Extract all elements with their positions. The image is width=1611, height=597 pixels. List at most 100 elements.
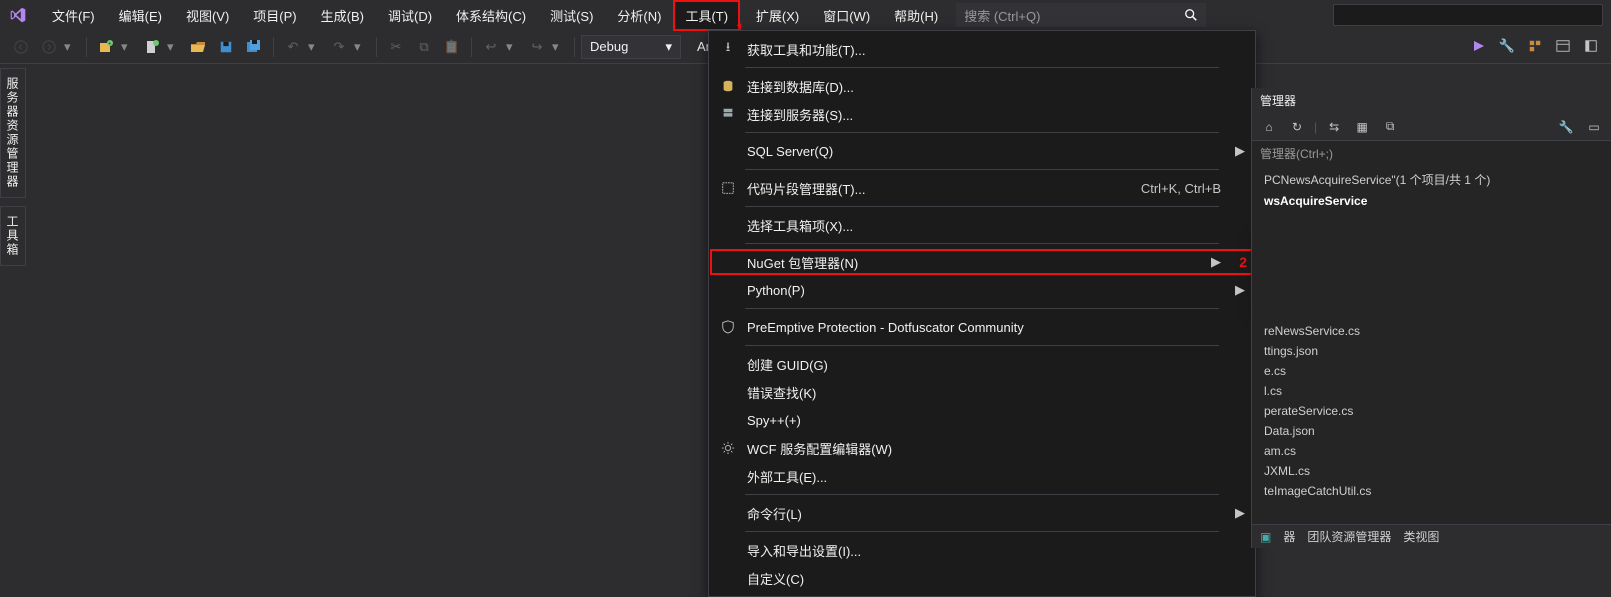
menu-dotfuscator[interactable]: PreEmptive Protection - Dotfuscator Comm… bbox=[709, 313, 1255, 341]
paste-button[interactable]: 📋 bbox=[439, 34, 465, 60]
footer-tab[interactable]: 类视图 bbox=[1403, 528, 1439, 545]
menu-project[interactable]: 项目(P) bbox=[241, 0, 308, 31]
annotation-2: 2 bbox=[1231, 254, 1247, 270]
menu-separator bbox=[745, 132, 1219, 133]
view-icon[interactable]: ▭ bbox=[1583, 116, 1605, 138]
nav-dropdown[interactable]: ▾ bbox=[64, 39, 80, 55]
project-node[interactable]: wsAcquireService bbox=[1260, 191, 1611, 211]
redo-dropdown[interactable]: ▾ bbox=[354, 39, 370, 55]
menu-connect-server[interactable]: 连接到服务器(S)... bbox=[709, 100, 1255, 128]
file-node[interactable]: e.cs bbox=[1260, 361, 1611, 381]
window-layout-icon[interactable] bbox=[1551, 34, 1575, 58]
menu-test[interactable]: 测试(S) bbox=[538, 0, 605, 31]
menu-help[interactable]: 帮助(H) bbox=[882, 0, 950, 31]
new-project-dropdown[interactable]: ▾ bbox=[121, 39, 137, 55]
menu-edit[interactable]: 编辑(E) bbox=[107, 0, 174, 31]
wrench-icon[interactable]: 🔧 bbox=[1495, 34, 1519, 58]
menu-build[interactable]: 生成(B) bbox=[309, 0, 376, 31]
save-button[interactable] bbox=[213, 34, 239, 60]
footer-tab[interactable]: 团队资源管理器 bbox=[1307, 528, 1391, 545]
file-node[interactable]: teImageCatchUtil.cs bbox=[1260, 481, 1611, 501]
menu-spy[interactable]: Spy++(+) bbox=[709, 406, 1255, 434]
file-node[interactable]: reNewsService.cs bbox=[1260, 321, 1611, 341]
nav-back-button[interactable] bbox=[8, 34, 34, 60]
refresh-icon[interactable]: ↻ bbox=[1286, 116, 1308, 138]
file-node[interactable]: Data.json bbox=[1260, 421, 1611, 441]
file-node[interactable]: JXML.cs bbox=[1260, 461, 1611, 481]
toolbar-right-group: 🔧 bbox=[1467, 34, 1603, 58]
menu-extensions[interactable]: 扩展(X) bbox=[744, 0, 811, 31]
menu-choose-toolbox[interactable]: 选择工具箱项(X)... bbox=[709, 211, 1255, 239]
menu-item-label: 连接到服务器(S)... bbox=[747, 105, 1225, 124]
solution-tab-icon[interactable]: ▣ bbox=[1260, 530, 1271, 544]
menu-separator bbox=[745, 494, 1219, 495]
menu-connect-db[interactable]: 连接到数据库(D)... bbox=[709, 72, 1255, 100]
menu-wcf-editor[interactable]: WCF 服务配置编辑器(W) bbox=[709, 434, 1255, 462]
redo-button[interactable]: ↷ bbox=[326, 34, 352, 60]
step-forward-dropdown[interactable]: ▾ bbox=[552, 39, 568, 55]
menu-item-label: 命令行(L) bbox=[747, 504, 1225, 523]
menu-debug[interactable]: 调试(D) bbox=[376, 0, 444, 31]
sync-icon[interactable]: ⇆ bbox=[1323, 116, 1345, 138]
menu-create-guid[interactable]: 创建 GUID(G) bbox=[709, 350, 1255, 378]
menu-get-tools[interactable]: ⭳ 获取工具和功能(T)... bbox=[709, 35, 1255, 63]
step-forward-button[interactable]: ↪ bbox=[524, 34, 550, 60]
step-back-dropdown[interactable]: ▾ bbox=[506, 39, 522, 55]
menu-nuget-manager[interactable]: NuGet 包管理器(N) ▶ 2 bbox=[709, 248, 1255, 276]
menu-sql-server[interactable]: SQL Server(Q) ▶ bbox=[709, 137, 1255, 165]
extension-icon[interactable] bbox=[1523, 34, 1547, 58]
menu-item-label: 外部工具(E)... bbox=[747, 467, 1225, 486]
new-file-button[interactable] bbox=[139, 34, 165, 60]
home-icon[interactable]: ⌂ bbox=[1258, 116, 1280, 138]
menu-file[interactable]: 文件(F) bbox=[40, 0, 107, 31]
solution-node[interactable]: PCNewsAcquireService"(1 个项目/共 1 个) bbox=[1260, 168, 1611, 191]
server-explorer-tab[interactable]: 服务器资源管理器 bbox=[0, 68, 26, 198]
menu-item-label: 连接到数据库(D)... bbox=[747, 77, 1225, 96]
panel-icon[interactable] bbox=[1579, 34, 1603, 58]
new-file-dropdown[interactable]: ▾ bbox=[167, 39, 183, 55]
menu-item-label: 导入和导出设置(I)... bbox=[747, 541, 1225, 560]
menu-customize[interactable]: 自定义(C) bbox=[709, 564, 1255, 592]
submenu-arrow-icon: ▶ bbox=[1233, 505, 1247, 521]
menu-item-label: 错误查找(K) bbox=[747, 383, 1225, 402]
global-search-input[interactable]: 搜索 (Ctrl+Q) bbox=[956, 3, 1206, 27]
menu-snippet-manager[interactable]: 代码片段管理器(T)... Ctrl+K, Ctrl+B bbox=[709, 174, 1255, 202]
menu-tools[interactable]: 工具(T) bbox=[673, 0, 740, 31]
menu-window[interactable]: 窗口(W) bbox=[811, 0, 882, 31]
shortcut: Ctrl+K, Ctrl+B bbox=[1141, 181, 1225, 196]
live-share-icon[interactable] bbox=[1467, 34, 1491, 58]
show-all-icon[interactable]: ▦ bbox=[1351, 116, 1373, 138]
properties-icon[interactable]: 🔧 bbox=[1555, 116, 1577, 138]
file-node[interactable]: am.cs bbox=[1260, 441, 1611, 461]
menu-architecture[interactable]: 体系结构(C) bbox=[444, 0, 538, 31]
menu-import-export[interactable]: 导入和导出设置(I)... bbox=[709, 536, 1255, 564]
menu-error-lookup[interactable]: 错误查找(K) bbox=[709, 378, 1255, 406]
save-all-button[interactable] bbox=[241, 34, 267, 60]
cut-button[interactable]: ✂ bbox=[383, 34, 409, 60]
solution-search-hint[interactable]: 管理器(Ctrl+;) bbox=[1252, 141, 1611, 166]
menu-command-line[interactable]: 命令行(L) ▶ bbox=[709, 499, 1255, 527]
menu-item-label: 选择工具箱项(X)... bbox=[747, 216, 1225, 235]
configuration-combo[interactable]: Debug ▾ bbox=[581, 35, 681, 59]
menu-view[interactable]: 视图(V) bbox=[174, 0, 241, 31]
undo-dropdown[interactable]: ▾ bbox=[308, 39, 324, 55]
file-node[interactable]: l.cs bbox=[1260, 381, 1611, 401]
menu-external-tools[interactable]: 外部工具(E)... bbox=[709, 462, 1255, 490]
nav-forward-button[interactable] bbox=[36, 34, 62, 60]
menu-separator bbox=[745, 169, 1219, 170]
toolbox-tab[interactable]: 工具箱 bbox=[0, 206, 26, 266]
collapse-icon[interactable]: ⧉ bbox=[1379, 116, 1401, 138]
menu-separator bbox=[745, 206, 1219, 207]
step-back-button[interactable]: ↩ bbox=[478, 34, 504, 60]
menu-python[interactable]: Python(P) ▶ bbox=[709, 276, 1255, 304]
copy-button[interactable]: ⧉ bbox=[411, 34, 437, 60]
footer-tab[interactable]: 器 bbox=[1283, 528, 1295, 545]
undo-button[interactable]: ↶ bbox=[280, 34, 306, 60]
file-node[interactable]: perateService.cs bbox=[1260, 401, 1611, 421]
menu-analyze[interactable]: 分析(N) bbox=[605, 0, 673, 31]
open-folder-button[interactable] bbox=[185, 34, 211, 60]
menu-item-label: Python(P) bbox=[747, 283, 1225, 298]
new-project-button[interactable]: + bbox=[93, 34, 119, 60]
file-node[interactable]: ttings.json bbox=[1260, 341, 1611, 361]
gear-icon bbox=[717, 441, 739, 455]
